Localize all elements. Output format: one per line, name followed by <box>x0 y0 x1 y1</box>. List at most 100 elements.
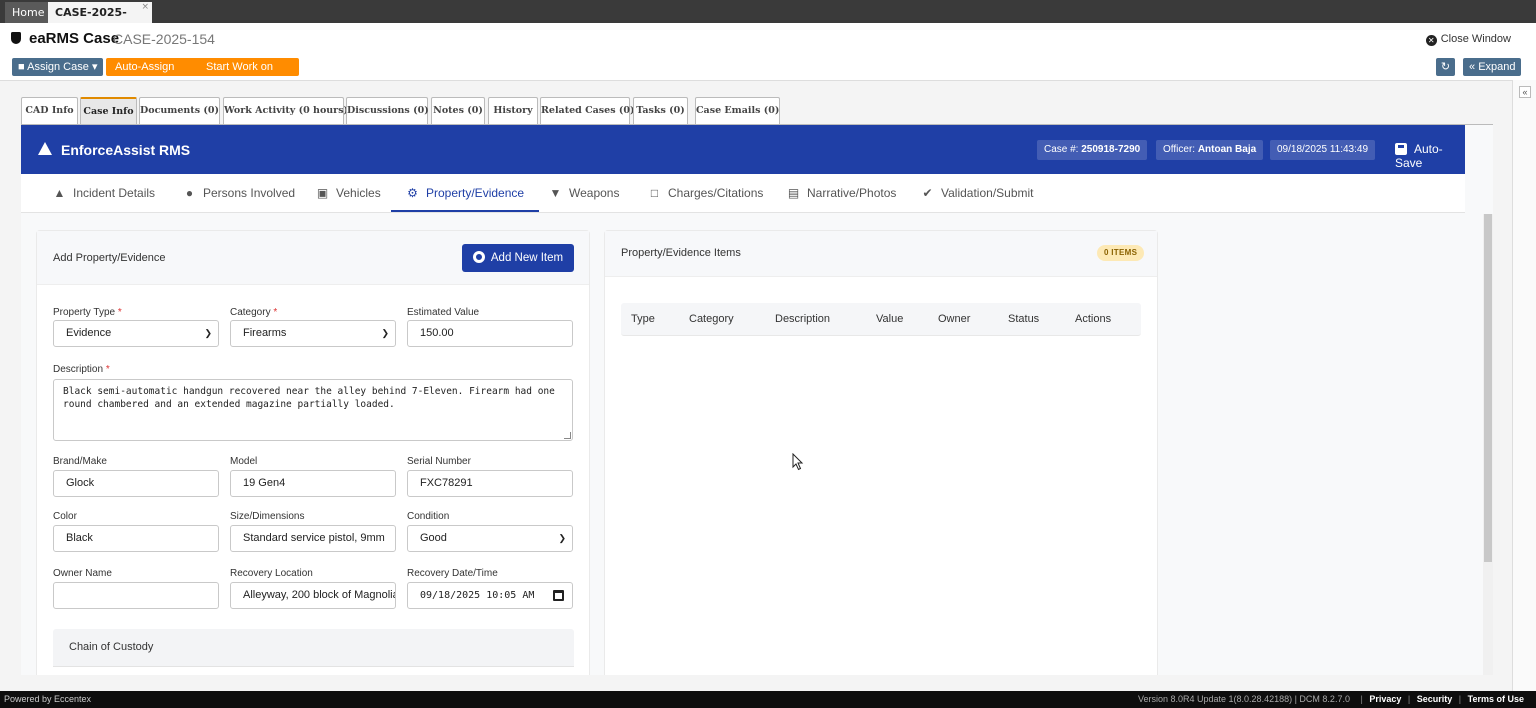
property-items-title: Property/Evidence Items <box>621 247 741 259</box>
size-input[interactable]: Standard service pistol, 9mm <box>230 525 396 552</box>
property-items-card: Property/Evidence Items 0 ITEMS Type Cat… <box>604 230 1158 675</box>
footer-links: Version 8.0R4 Update 1(8.0.28.42188) | D… <box>1138 691 1524 708</box>
section-nav: ▲ Incident Details ● Persons Involved ▣ Veh… <box>21 174 1465 213</box>
expand-button[interactable]: « Expand <box>1463 58 1521 76</box>
scrollbar-thumb[interactable] <box>1484 214 1492 562</box>
tab-work-activity[interactable]: Work Activity (0 hours) <box>223 97 348 124</box>
recovery-location-input[interactable]: Alleyway, 200 block of Magnolia <box>230 582 396 609</box>
section-weapons[interactable]: ▼ Weapons <box>549 174 620 212</box>
rms-title: EnforceAssist RMS <box>61 142 191 158</box>
shield-icon <box>11 32 21 44</box>
tab-history[interactable]: History <box>488 97 538 124</box>
chevron-down-icon: ❯ <box>204 328 212 338</box>
footer-separator: | <box>1360 694 1363 704</box>
powered-by: Powered by Eccentex <box>4 694 92 704</box>
owner-name-input[interactable] <box>53 582 219 609</box>
model-input[interactable]: 19 Gen4 <box>230 470 396 497</box>
column-value[interactable]: Value <box>876 313 903 325</box>
column-type[interactable]: Type <box>631 313 655 325</box>
assign-case-button[interactable]: ■ Assign Case ▾ <box>12 58 104 76</box>
serial-number-input[interactable]: FXC78291 <box>407 470 573 497</box>
category-select[interactable]: Firearms ❯ <box>230 320 396 347</box>
color-input[interactable]: Black <box>53 525 219 552</box>
rms-header: EnforceAssist RMS Case #: 250918-7290 Of… <box>21 125 1465 174</box>
tab-discussions[interactable]: Discussions (0) <box>346 97 429 124</box>
column-actions[interactable]: Actions <box>1075 313 1111 325</box>
officer-badge: Officer: Antoan Baja <box>1156 140 1264 160</box>
start-work-button[interactable]: Start Work on Case <box>198 58 299 91</box>
home-tab[interactable]: Home <box>5 2 52 23</box>
tab-tasks[interactable]: Tasks (0) <box>633 97 688 124</box>
column-category[interactable]: Category <box>689 313 734 325</box>
tab-documents[interactable]: Documents (0) <box>139 97 220 124</box>
resize-handle[interactable] <box>564 432 571 439</box>
security-link[interactable]: Security <box>1417 694 1453 704</box>
footer: Powered by Eccentex Version 8.0R4 Update… <box>0 691 1536 708</box>
expand-icon: « <box>1469 61 1476 73</box>
terms-link[interactable]: Terms of Use <box>1468 694 1524 704</box>
case-toolbar: ■ Assign Case ▾ Auto-Assign Case Start W… <box>0 56 1536 91</box>
refresh-button[interactable]: ↻ <box>1436 58 1455 76</box>
auto-assign-button[interactable]: Auto-Assign Case <box>106 58 198 91</box>
warning-icon: ▲ <box>53 186 66 200</box>
tab-cad-info[interactable]: CAD Info <box>21 97 78 124</box>
property-type-select[interactable]: Evidence ❯ <box>53 320 219 347</box>
section-label: Incident Details <box>73 186 156 200</box>
section-persons-involved[interactable]: ● Persons Involved <box>183 174 295 212</box>
collapse-panel-icon[interactable]: « <box>1519 86 1531 98</box>
chain-of-custody-header[interactable]: Chain of Custody <box>53 629 574 667</box>
owner-name-label: Owner Name <box>53 568 112 579</box>
property-items-header: Property/Evidence Items 0 ITEMS <box>605 231 1157 277</box>
case-number-badge: Case #: 250918-7290 <box>1037 140 1148 160</box>
user-icon: ■ <box>18 61 25 73</box>
estimated-value-input[interactable]: 150.00 <box>407 320 573 347</box>
section-incident-details[interactable]: ▲ Incident Details <box>53 174 156 212</box>
description-textarea[interactable]: Black semi-automatic handgun recovered n… <box>53 379 573 441</box>
case-tab[interactable]: CASE-2025-154 × <box>48 0 152 40</box>
add-property-card: Add Property/Evidence Add New Item Prope… <box>36 230 590 675</box>
footer-separator: | <box>1458 694 1462 704</box>
chain-of-custody-title: Chain of Custody <box>69 641 154 653</box>
section-property-evidence[interactable]: ⚙ Property/Evidence <box>391 174 540 212</box>
category-label: Category * <box>230 307 278 318</box>
tab-related-cases[interactable]: Related Cases (0) <box>540 97 634 124</box>
assign-case-label: Assign Case <box>27 61 89 73</box>
weapon-icon: ▼ <box>549 186 562 200</box>
auto-save-button[interactable]: Auto-Save <box>1395 142 1465 170</box>
section-label: Narrative/Photos <box>807 186 897 200</box>
close-tab-icon[interactable]: × <box>141 0 149 18</box>
size-label: Size/Dimensions <box>230 511 305 522</box>
privacy-link[interactable]: Privacy <box>1369 694 1401 704</box>
section-narrative-photos[interactable]: ▤ Narrative/Photos <box>787 174 897 212</box>
notes-icon: ▤ <box>787 186 800 200</box>
section-vehicles[interactable]: ▣ Vehicles <box>316 174 381 212</box>
column-description[interactable]: Description <box>775 313 830 325</box>
check-circle-icon: ✔ <box>922 186 933 200</box>
section-charges-citations[interactable]: □ Charges/Citations <box>648 174 764 212</box>
section-label: Weapons <box>569 186 620 200</box>
tab-case-info[interactable]: Case Info <box>80 97 137 124</box>
estimated-value-label: Estimated Value <box>407 307 480 318</box>
save-icon <box>1395 143 1407 155</box>
add-new-item-label: Add New Item <box>490 252 564 264</box>
tab-notes[interactable]: Notes (0) <box>431 97 485 124</box>
condition-select[interactable]: Good ❯ <box>407 525 573 552</box>
column-owner[interactable]: Owner <box>938 313 970 325</box>
tab-case-emails[interactable]: Case Emails (0) <box>695 97 780 124</box>
section-label: Property/Evidence <box>426 186 525 200</box>
close-window-label: Close Window <box>1440 33 1511 45</box>
close-window-button[interactable]: ✕ Close Window <box>1425 33 1511 46</box>
section-validation-submit[interactable]: ✔ Validation/Submit <box>921 174 1034 212</box>
person-icon: ● <box>185 186 194 200</box>
close-circle-icon: ✕ <box>1425 35 1437 46</box>
calendar-icon[interactable] <box>553 590 564 601</box>
brand-input[interactable]: Glock <box>53 470 219 497</box>
property-type-label: Property Type * <box>53 307 122 318</box>
add-new-item-button[interactable]: Add New Item <box>462 244 574 272</box>
gear-icon: ⚙ <box>407 186 418 200</box>
items-count-badge: 0 ITEMS <box>1097 245 1145 261</box>
content-scrollbar[interactable] <box>1483 214 1493 675</box>
recovery-date-input[interactable]: 09/18/2025 10:05 AM <box>407 582 573 609</box>
column-status[interactable]: Status <box>1008 313 1039 325</box>
section-label: Validation/Submit <box>941 186 1034 200</box>
